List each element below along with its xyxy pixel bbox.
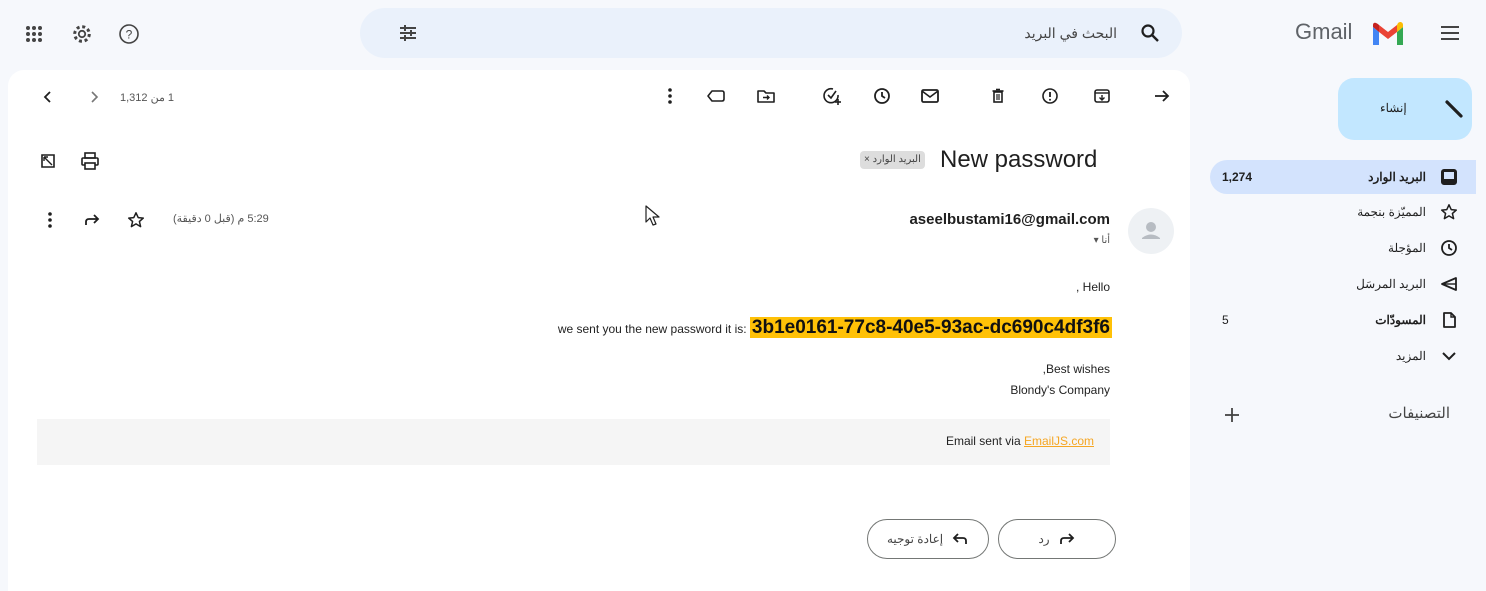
forward-label: إعادة توجيه	[886, 532, 944, 546]
email-greeting: , Hello	[1075, 280, 1110, 294]
snooze-clock-icon[interactable]	[870, 84, 894, 108]
settings-gear-icon[interactable]	[70, 22, 94, 46]
email-subject: New password	[940, 146, 1098, 173]
labels-heading: التصنيفات	[1388, 405, 1450, 422]
search-icon[interactable]	[1138, 21, 1162, 45]
sidebar-item-label: المزيد	[1395, 349, 1426, 363]
report-spam-icon[interactable]	[1038, 84, 1062, 108]
gmail-brand[interactable]: Gmail	[1295, 19, 1352, 45]
sidebar-item-label: البريد المرسَل	[1356, 277, 1426, 291]
password-line: we sent you the new password it is: 3b1e…	[380, 317, 1112, 339]
print-icon[interactable]	[78, 149, 102, 173]
forward-button[interactable]: إعادة توجيه	[867, 519, 989, 559]
delete-trash-icon[interactable]	[986, 84, 1010, 108]
sender-avatar	[1128, 208, 1174, 254]
move-to-folder-icon[interactable]	[754, 84, 778, 108]
reply-arrow-icon	[1058, 531, 1076, 547]
label-tag-icon[interactable]	[704, 84, 728, 108]
search-options-icon[interactable]	[396, 21, 420, 45]
compose-label: إنشاء	[1380, 101, 1407, 115]
sidebar-item-sent[interactable]: البريد المرسَل	[1210, 268, 1476, 300]
sidebar-item-label: البريد الوارد	[1368, 170, 1426, 184]
reply-label: رد	[1038, 532, 1050, 546]
email-timestamp: 5:29 م (قبل 0 دقيقة)	[173, 213, 269, 225]
more-options-vertical-icon[interactable]	[658, 84, 682, 108]
top-bar: Gmail البحث في البريد ?	[0, 0, 1486, 68]
mark-unread-mail-icon[interactable]	[918, 84, 942, 108]
sidebar-item-label: المميّزة بنجمة	[1357, 205, 1426, 219]
send-icon	[1437, 272, 1461, 296]
sender-email[interactable]: aseelbustami16@gmail.com	[880, 211, 1110, 228]
older-chevron-left-icon[interactable]	[36, 85, 60, 109]
reply-arrow-icon[interactable]	[80, 208, 104, 232]
search-bar[interactable]: البحث في البريد	[360, 8, 1182, 58]
mouse-pointer-icon	[645, 205, 661, 227]
password-value-highlight: 3b1e0161-77c8-40e5-93ac-dc690c4df3f6	[749, 317, 1112, 338]
search-input[interactable]: البحث في البريد	[1024, 25, 1117, 42]
forward-arrow-icon	[951, 531, 969, 547]
pencil-icon	[1442, 97, 1466, 121]
email-closing: ,Best wishes	[1042, 362, 1110, 376]
sidebar-item-label: المسودّات	[1375, 313, 1426, 327]
sidebar-item-label: المؤجلة	[1388, 241, 1426, 255]
chevron-down-icon	[1437, 344, 1461, 368]
reply-button[interactable]: رد	[998, 519, 1116, 559]
add-task-icon[interactable]	[820, 84, 844, 108]
email-footer: Email sent via EmailJS.com	[37, 419, 1110, 465]
svg-text:?: ?	[126, 28, 133, 42]
main-menu-icon[interactable]	[1438, 21, 1462, 45]
footer-prefix: Email sent via	[945, 434, 1024, 448]
star-icon[interactable]	[124, 208, 148, 232]
pagination-text: 1 من 1,312	[120, 92, 175, 104]
apps-grid-icon[interactable]	[22, 22, 46, 46]
sidebar-item-drafts[interactable]: المسودّات 5	[1210, 304, 1476, 336]
password-intro-text: we sent you the new password it is:	[557, 322, 750, 336]
sidebar-item-starred[interactable]: المميّزة بنجمة	[1210, 196, 1476, 228]
help-icon[interactable]: ?	[117, 22, 141, 46]
sidebar-item-inbox[interactable]: البريد الوارد 1,274	[1210, 160, 1476, 194]
recipient-details[interactable]: أنا ▾	[1070, 235, 1110, 246]
sidebar-item-count: 1,274	[1222, 170, 1253, 184]
sidebar-item-snoozed[interactable]: المؤجلة	[1210, 232, 1476, 264]
sidebar-item-count: 5	[1222, 313, 1229, 327]
email-signature-company: Blondy's Company	[1010, 383, 1110, 397]
footer-text: Email sent via EmailJS.com	[946, 434, 1094, 448]
back-arrow-icon[interactable]	[1150, 84, 1174, 108]
newer-chevron-right-icon[interactable]	[82, 85, 106, 109]
draft-icon	[1437, 308, 1461, 332]
open-in-new-window-icon[interactable]	[36, 149, 60, 173]
gmail-logo-icon[interactable]	[1370, 20, 1406, 48]
emailjs-link[interactable]: EmailJS.com	[1024, 434, 1094, 448]
clock-icon	[1437, 236, 1461, 260]
message-more-options-icon[interactable]	[38, 208, 62, 232]
star-icon	[1437, 200, 1461, 224]
sidebar-item-more[interactable]: المزيد	[1210, 340, 1476, 372]
archive-icon[interactable]	[1090, 84, 1114, 108]
add-label-plus-icon[interactable]	[1220, 403, 1244, 427]
inbox-label-chip[interactable]: البريد الوارد ×	[860, 151, 925, 169]
inbox-icon	[1437, 165, 1461, 189]
